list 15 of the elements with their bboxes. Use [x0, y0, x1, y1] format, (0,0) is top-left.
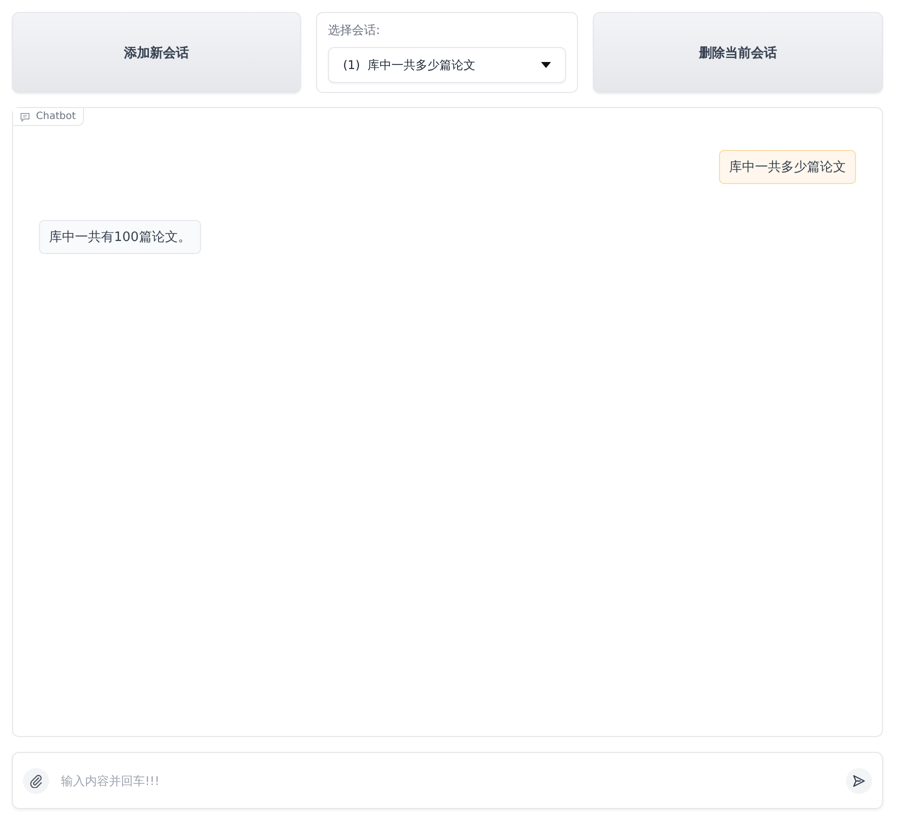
chatbot-title: Chatbot [36, 111, 76, 122]
select-label: 选择会话: [328, 22, 382, 39]
delete-session-button[interactable]: 删除当前会话 [593, 12, 883, 93]
user-message: 库中一共多少篇论文 [719, 150, 856, 184]
chat-icon [20, 112, 30, 122]
send-icon [852, 774, 866, 788]
attach-button[interactable] [23, 768, 49, 794]
input-bar[interactable]: 输入内容并回车!!! [12, 752, 883, 809]
session-dropdown[interactable]: (1) 库中一共多少篇论文 [328, 47, 566, 83]
message-input[interactable]: 输入内容并回车!!! [59, 772, 836, 788]
bot-message: 库中一共有100篇论文。 [39, 220, 201, 254]
paperclip-icon [29, 774, 43, 788]
send-button[interactable] [846, 768, 872, 794]
caret-icon [541, 62, 551, 68]
add-session-button[interactable]: 添加新会话 [12, 12, 301, 93]
